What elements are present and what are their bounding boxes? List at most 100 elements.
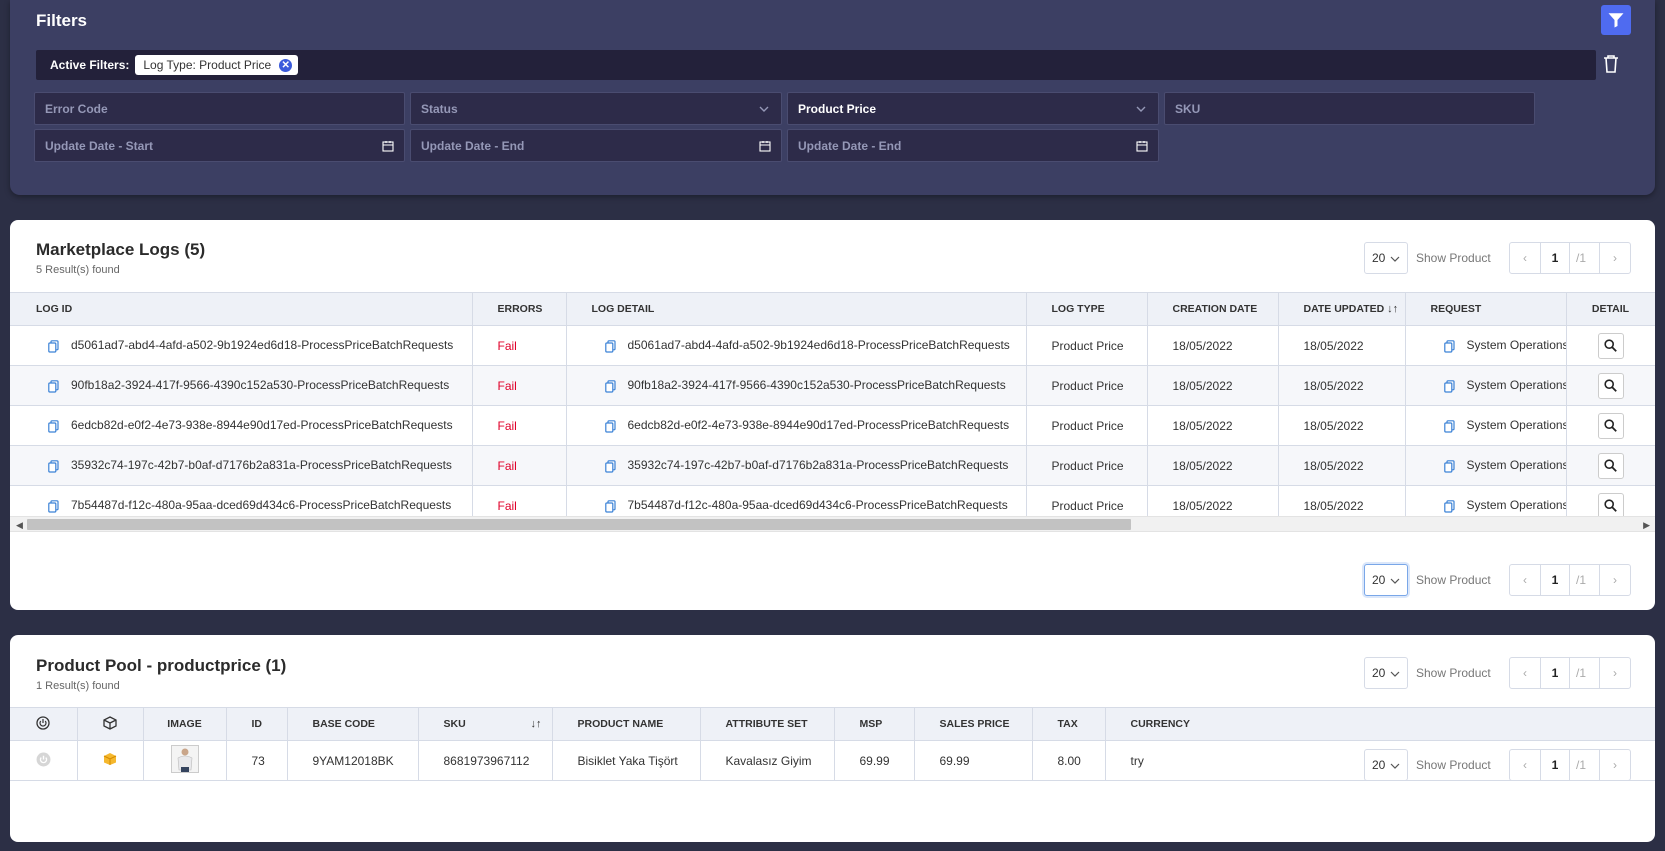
current-page[interactable]: 1 xyxy=(1540,243,1570,273)
view-detail-button[interactable] xyxy=(1597,372,1624,399)
image-cell[interactable] xyxy=(143,740,227,781)
copy-icon[interactable] xyxy=(604,339,616,353)
pagination: ‹ 1 /1 › xyxy=(1509,242,1631,274)
request-value: System Operations xyxy=(1466,418,1566,433)
remove-filter-icon[interactable]: ✕ xyxy=(279,58,293,72)
view-detail-button[interactable] xyxy=(1597,332,1624,359)
page-total: /1 xyxy=(1570,565,1600,595)
page-size-select[interactable]: 20 xyxy=(1364,749,1408,781)
copy-icon[interactable] xyxy=(1443,419,1455,433)
col-status-icon[interactable] xyxy=(10,707,78,741)
error-status: Fail xyxy=(472,325,567,366)
scroll-left-arrow[interactable]: ◀ xyxy=(16,520,23,531)
col-attribute-set[interactable]: ATTRIBUTE SET xyxy=(700,707,835,741)
col-image[interactable]: IMAGE xyxy=(143,707,227,741)
scroll-right-arrow[interactable]: ▶ xyxy=(1643,520,1650,531)
col-currency[interactable]: CURRENCY xyxy=(1105,707,1655,741)
view-detail-button[interactable] xyxy=(1597,492,1624,519)
page-size-select-bottom[interactable]: 20 xyxy=(1364,564,1408,596)
logs-title: Marketplace Logs (5) xyxy=(36,240,206,259)
product-tax: 8.00 xyxy=(1032,740,1106,781)
col-base-code[interactable]: BASE CODE xyxy=(287,707,419,741)
current-page[interactable]: 1 xyxy=(1540,565,1570,595)
col-sku[interactable]: SKU ↓↑ xyxy=(418,707,553,741)
status-cell[interactable] xyxy=(10,740,78,781)
page-size-select[interactable]: 20 xyxy=(1364,242,1408,274)
prev-page-button[interactable]: ‹ xyxy=(1510,565,1540,595)
col-log-id[interactable]: LOG ID xyxy=(10,292,473,326)
col-log-type[interactable]: LOG TYPE xyxy=(1026,292,1148,326)
copy-icon[interactable] xyxy=(604,459,616,473)
update-date-start-input[interactable]: Update Date - Start xyxy=(34,129,405,162)
col-errors[interactable]: ERRORS xyxy=(472,292,567,326)
col-tax[interactable]: TAX xyxy=(1032,707,1106,741)
update-date-end-input-2[interactable]: Update Date - End xyxy=(787,129,1159,162)
copy-icon[interactable] xyxy=(1443,339,1455,353)
col-date-updated[interactable]: DATE UPDATED ↓↑ xyxy=(1278,292,1406,326)
update-date-end-input[interactable]: Update Date - End xyxy=(410,129,782,162)
filters-panel: Filters Active Filters: Log Type: Produc… xyxy=(10,0,1655,195)
copy-icon[interactable] xyxy=(604,419,616,433)
copy-icon[interactable] xyxy=(48,379,59,393)
search-icon xyxy=(1604,379,1617,392)
filter-chip: Log Type: Product Price ✕ xyxy=(135,55,299,75)
page-size-value: 20 xyxy=(1372,573,1386,587)
col-box-icon[interactable] xyxy=(77,707,144,741)
page-size-select[interactable]: 20 xyxy=(1364,657,1408,689)
prev-page-button[interactable]: ‹ xyxy=(1510,750,1540,780)
sort-icon[interactable]: ↓↑ xyxy=(531,718,542,730)
filter-toggle-button[interactable] xyxy=(1601,5,1631,35)
status-select[interactable]: Status xyxy=(410,92,782,125)
prev-page-button[interactable]: ‹ xyxy=(1510,243,1540,273)
scrollbar-thumb[interactable] xyxy=(27,519,1131,530)
col-sales-price[interactable]: SALES PRICE xyxy=(914,707,1033,741)
view-detail-button[interactable] xyxy=(1597,452,1624,479)
log-id-cell: 90fb18a2-3924-417f-9566-4390c152a530-Pro… xyxy=(10,365,473,406)
copy-icon[interactable] xyxy=(604,499,616,513)
copy-icon[interactable] xyxy=(48,459,59,473)
prev-page-button[interactable]: ‹ xyxy=(1510,658,1540,688)
log-detail: 90fb18a2-3924-417f-9566-4390c152a530-Pro… xyxy=(627,378,1006,393)
pagination: ‹ 1 /1 › xyxy=(1509,564,1631,596)
col-creation-date[interactable]: CREATION DATE xyxy=(1147,292,1279,326)
next-page-button[interactable]: › xyxy=(1600,750,1630,780)
copy-icon[interactable] xyxy=(1443,459,1455,473)
view-detail-button[interactable] xyxy=(1597,412,1624,439)
col-product-name[interactable]: PRODUCT NAME xyxy=(552,707,701,741)
col-id[interactable]: ID xyxy=(226,707,288,741)
col-request[interactable]: REQUEST xyxy=(1405,292,1567,326)
log-detail: 7b54487d-f12c-480a-95aa-dced69d434c6-Pro… xyxy=(627,498,1008,513)
horizontal-scrollbar[interactable]: ◀ ▶ xyxy=(10,516,1655,532)
sort-icon[interactable]: ↓↑ xyxy=(1387,303,1398,315)
copy-icon[interactable] xyxy=(48,499,59,513)
copy-icon[interactable] xyxy=(604,379,616,393)
next-page-button[interactable]: › xyxy=(1600,565,1630,595)
box-cell[interactable] xyxy=(77,740,144,781)
col-log-detail[interactable]: LOG DETAIL xyxy=(566,292,1027,326)
col-msp[interactable]: MSP xyxy=(834,707,915,741)
table-row: d5061ad7-abd4-4afd-a502-9b1924ed6d18-Pro… xyxy=(10,325,1655,366)
next-page-button[interactable]: › xyxy=(1600,658,1630,688)
current-page[interactable]: 1 xyxy=(1540,658,1570,688)
copy-icon[interactable] xyxy=(48,419,59,433)
clear-filters-button[interactable] xyxy=(1603,55,1619,78)
current-page[interactable]: 1 xyxy=(1540,750,1570,780)
product-pool-card: Product Pool - productprice (1) 1 Result… xyxy=(10,635,1655,842)
date-updated: 18/05/2022 xyxy=(1278,365,1406,406)
detail-cell xyxy=(1566,445,1655,486)
search-icon xyxy=(1604,459,1617,472)
log-type-select[interactable]: Product Price xyxy=(787,92,1159,125)
error-code-input[interactable]: Error Code xyxy=(34,92,405,125)
log-id: 6edcb82d-e0f2-4e73-938e-8944e90d17ed-Pro… xyxy=(71,418,453,433)
copy-icon[interactable] xyxy=(1443,499,1455,513)
log-type: Product Price xyxy=(1026,365,1148,406)
sku-input[interactable]: SKU xyxy=(1164,92,1535,125)
search-icon xyxy=(1604,339,1617,352)
log-type: Product Price xyxy=(1026,405,1148,446)
col-detail[interactable]: DETAIL xyxy=(1566,292,1655,326)
chevron-down-icon xyxy=(1390,256,1400,262)
copy-icon[interactable] xyxy=(1443,379,1455,393)
copy-icon[interactable] xyxy=(48,339,59,353)
creation-date: 18/05/2022 xyxy=(1147,365,1279,406)
next-page-button[interactable]: › xyxy=(1600,243,1630,273)
